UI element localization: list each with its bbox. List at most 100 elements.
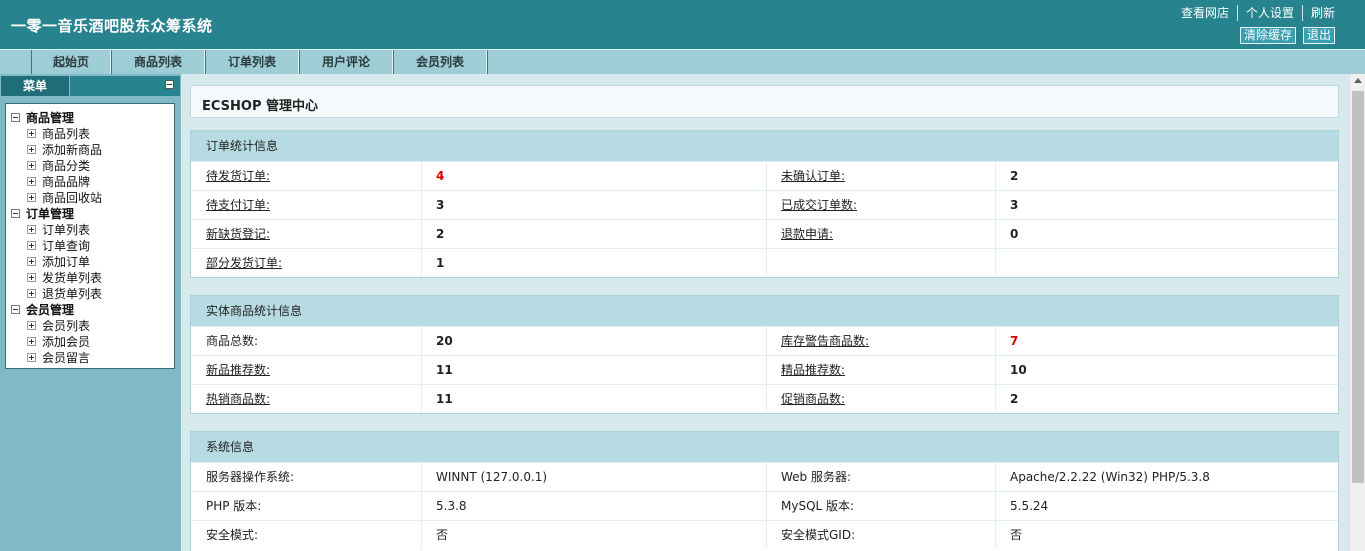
- menu-item-label[interactable]: 订单查询: [42, 237, 90, 254]
- menu-group-label: 订单管理: [26, 206, 75, 221]
- menu-item-goods-brand[interactable]: 商品品牌: [6, 173, 174, 189]
- main-content: ECSHOP 管理中心 订单统计信息 待发货订单: 4 未确认订单: 2 待支付…: [181, 74, 1349, 551]
- sidebar: 菜单 商品管理 商品列表 添加新商品 商品分类 商品品牌 商品回收站 订单管理 …: [0, 74, 181, 551]
- plus-icon: [27, 144, 36, 154]
- table-row: 待发货订单: 4 未确认订单: 2: [191, 161, 1338, 190]
- plus-icon: [27, 256, 36, 266]
- out-of-stock-register-count: 2: [436, 227, 445, 241]
- menu-item-label[interactable]: 发货单列表: [42, 269, 102, 286]
- page-title: ECSHOP 管理中心: [202, 99, 319, 114]
- table-row: 部分发货订单: 1: [191, 248, 1338, 277]
- pending-payment-count: 3: [436, 198, 445, 212]
- table-row: 商品总数: 20 库存警告商品数: 7: [191, 326, 1338, 355]
- promo-goods-link[interactable]: 促销商品数:: [781, 385, 845, 413]
- menu-item-label[interactable]: 添加会员: [42, 333, 90, 350]
- top-links: 查看网店 个人设置 刷新: [1173, 5, 1335, 21]
- table-row: 新品推荐数: 11 精品推荐数: 10: [191, 355, 1338, 384]
- table-row: 热销商品数: 11 促销商品数: 2: [191, 384, 1338, 413]
- hot-goods-link[interactable]: 热销商品数:: [206, 385, 270, 413]
- pending-shipment-count: 4: [436, 169, 445, 183]
- partial-shipment-count: 1: [436, 256, 445, 270]
- menu-item-add-goods[interactable]: 添加新商品: [6, 141, 174, 157]
- refund-requests-link[interactable]: 退款申请:: [781, 220, 833, 248]
- completed-orders-count: 3: [1010, 198, 1019, 212]
- low-stock-link[interactable]: 库存警告商品数:: [781, 327, 869, 355]
- menu-item-add-member[interactable]: 添加会员: [6, 333, 174, 349]
- system-info-panel: 系统信息 服务器操作系统: WINNT (127.0.0.1) Web 服务器:…: [190, 431, 1339, 551]
- pending-shipment-link[interactable]: 待发货订单:: [206, 162, 270, 190]
- logout-button[interactable]: 退出: [1302, 27, 1335, 44]
- table-row: 待支付订单: 3 已成交订单数: 3: [191, 190, 1338, 219]
- menu-group-members[interactable]: 会员管理: [6, 301, 174, 317]
- menu-tree: 商品管理 商品列表 添加新商品 商品分类 商品品牌 商品回收站 订单管理 订单列…: [5, 103, 175, 369]
- refresh-link[interactable]: 刷新: [1301, 5, 1335, 21]
- menu-tab[interactable]: 菜单: [1, 76, 69, 96]
- menu-item-label[interactable]: 商品分类: [42, 157, 90, 174]
- promo-goods-count: 2: [1010, 392, 1019, 406]
- menu-item-order-search[interactable]: 订单查询: [6, 237, 174, 253]
- menu-item-order-list[interactable]: 订单列表: [6, 221, 174, 237]
- web-server-value: Apache/2.2.22 (Win32) PHP/5.3.8: [1010, 470, 1210, 484]
- menu-item-member-list[interactable]: 会员列表: [6, 317, 174, 333]
- hot-goods-count: 11: [436, 392, 453, 406]
- menu-item-label[interactable]: 退货单列表: [42, 285, 102, 302]
- minus-icon[interactable]: [11, 304, 20, 314]
- scroll-thumb[interactable]: [1352, 91, 1364, 483]
- pending-payment-link[interactable]: 待支付订单:: [206, 191, 270, 219]
- tab-order-list[interactable]: 订单列表: [205, 50, 299, 74]
- menu-group-orders[interactable]: 订单管理: [6, 205, 174, 221]
- collapse-icon[interactable]: [165, 80, 174, 89]
- plus-icon: [27, 288, 36, 298]
- plus-icon: [27, 240, 36, 250]
- nav-tabs: 起始页 商品列表 订单列表 用户评论 会员列表: [0, 49, 1365, 74]
- best-goods-link[interactable]: 精品推荐数:: [781, 356, 845, 384]
- table-row: 新缺货登记: 2 退款申请: 0: [191, 219, 1338, 248]
- menu-item-goods-category[interactable]: 商品分类: [6, 157, 174, 173]
- menu-item-label[interactable]: 添加新商品: [42, 141, 102, 158]
- menu-item-goods-list[interactable]: 商品列表: [6, 125, 174, 141]
- new-goods-link[interactable]: 新品推荐数:: [206, 356, 270, 384]
- tab-start-page[interactable]: 起始页: [31, 50, 111, 74]
- menu-item-label[interactable]: 商品品牌: [42, 173, 90, 190]
- out-of-stock-register-link[interactable]: 新缺货登记:: [206, 220, 270, 248]
- menu-item-goods-trash[interactable]: 商品回收站: [6, 189, 174, 205]
- plus-icon: [27, 176, 36, 186]
- menu-item-add-order[interactable]: 添加订单: [6, 253, 174, 269]
- menu-item-label[interactable]: 会员列表: [42, 317, 90, 334]
- tab-goods-list[interactable]: 商品列表: [111, 50, 205, 74]
- mysql-version-value: 5.5.24: [1010, 499, 1049, 513]
- scroll-up-icon[interactable]: [1354, 78, 1362, 83]
- menu-item-label[interactable]: 会员留言: [42, 349, 90, 366]
- safe-mode-gid-value: 否: [1010, 528, 1023, 542]
- minus-icon[interactable]: [11, 208, 20, 218]
- plus-icon: [27, 336, 36, 346]
- table-row: 安全模式: 否 安全模式GID: 否: [191, 520, 1338, 549]
- plus-icon: [27, 192, 36, 202]
- menu-item-delivery-list[interactable]: 发货单列表: [6, 269, 174, 285]
- completed-orders-link[interactable]: 已成交订单数:: [781, 191, 857, 219]
- panel-title: 订单统计信息: [191, 131, 1338, 161]
- vertical-scrollbar[interactable]: [1349, 74, 1365, 551]
- minus-icon[interactable]: [11, 112, 20, 122]
- unconfirmed-orders-link[interactable]: 未确认订单:: [781, 162, 845, 190]
- menu-item-label[interactable]: 商品回收站: [42, 189, 102, 206]
- menu-group-label: 商品管理: [26, 110, 75, 125]
- view-shop-link[interactable]: 查看网店: [1173, 5, 1237, 21]
- menu-group-goods[interactable]: 商品管理: [6, 109, 174, 125]
- partial-shipment-link[interactable]: 部分发货订单:: [206, 249, 282, 277]
- menu-item-return-list[interactable]: 退货单列表: [6, 285, 174, 301]
- refund-requests-count: 0: [1010, 227, 1019, 241]
- php-version-value: 5.3.8: [436, 499, 467, 513]
- os-label: 服务器操作系统:: [206, 470, 295, 484]
- menu-group-label: 会员管理: [26, 302, 75, 317]
- plus-icon: [27, 128, 36, 138]
- tab-user-comments[interactable]: 用户评论: [299, 50, 393, 74]
- tab-member-list[interactable]: 会员列表: [393, 50, 487, 74]
- personal-settings-link[interactable]: 个人设置: [1236, 5, 1302, 21]
- clear-cache-button[interactable]: 清除缓存: [1239, 27, 1296, 44]
- menu-item-label[interactable]: 订单列表: [42, 221, 90, 238]
- menu-item-label[interactable]: 商品列表: [42, 125, 90, 142]
- tab-divider: [487, 50, 488, 74]
- menu-item-label[interactable]: 添加订单: [42, 253, 90, 270]
- menu-item-member-messages[interactable]: 会员留言: [6, 349, 174, 365]
